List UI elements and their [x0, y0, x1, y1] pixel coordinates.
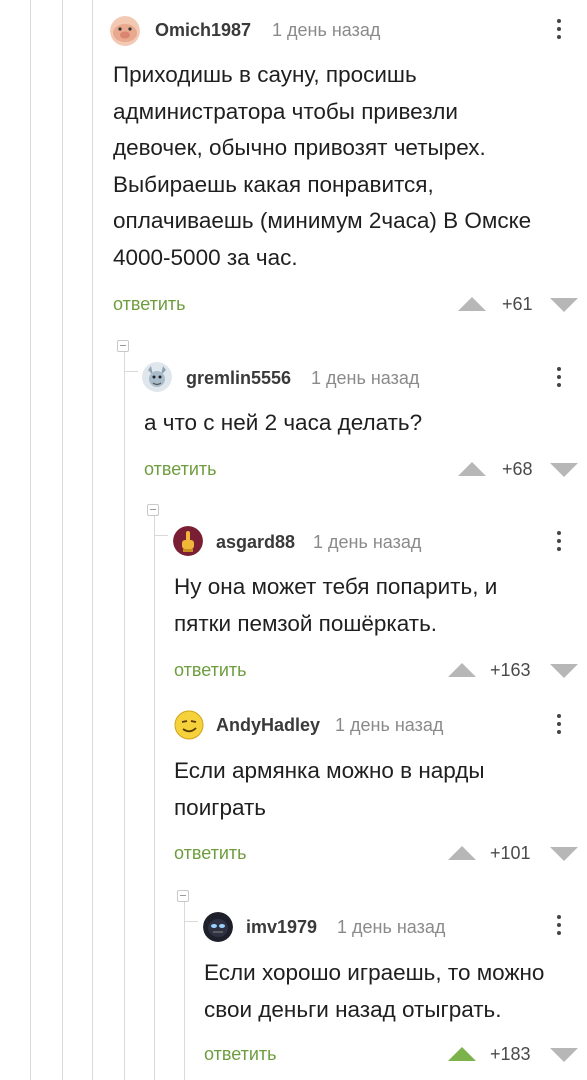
- collapse-thread-button[interactable]: [117, 340, 129, 352]
- comment-text: Ну она может тебя попарить, и пятки пемз…: [174, 569, 497, 642]
- comment-text-line: Если хорошо играешь, то можно: [204, 960, 545, 985]
- comment-text-line: Если армянка можно в нарды: [174, 758, 485, 783]
- thread-line: [154, 516, 155, 1080]
- thread-branch: [154, 535, 168, 536]
- gremlin-icon[interactable]: [142, 362, 172, 392]
- comment-text-line: Ну она может тебя попарить, и: [174, 574, 498, 599]
- collapse-thread-button[interactable]: [147, 504, 159, 516]
- upvote-button[interactable]: [448, 663, 476, 677]
- comment-text-line: девочек, обычно привозят четырех.: [113, 135, 486, 160]
- upvote-button[interactable]: [458, 462, 486, 476]
- more-options-icon[interactable]: [556, 531, 562, 555]
- comment-text-line: а что с ней 2 часа делать?: [144, 410, 423, 435]
- comment-text: а что с ней 2 часа делать?: [144, 405, 422, 442]
- comment-score: +101: [490, 843, 531, 863]
- comment-score: +68: [502, 459, 533, 479]
- comment-text: Приходишь в сауну, просишь администратор…: [113, 57, 531, 276]
- comment-time: 1 день назад: [313, 532, 422, 552]
- upvote-button[interactable]: [448, 1047, 476, 1061]
- comment-text: Если хорошо играешь, то можно свои деньг…: [204, 955, 544, 1028]
- upvote-button[interactable]: [448, 846, 476, 860]
- downvote-button[interactable]: [550, 1048, 578, 1062]
- comment-score: +61: [502, 294, 533, 314]
- thread-line: [184, 902, 185, 1080]
- reply-link[interactable]: ответить: [204, 1044, 277, 1065]
- downvote-button[interactable]: [550, 463, 578, 477]
- more-options-icon[interactable]: [556, 915, 562, 939]
- thread-line: [30, 0, 31, 1080]
- downvote-button[interactable]: [550, 298, 578, 312]
- comment-time: 1 день назад: [335, 715, 444, 735]
- comment-text-line: 4000-5000 за час.: [113, 244, 298, 270]
- thread-line: [124, 352, 125, 1080]
- downvote-button[interactable]: [550, 664, 578, 678]
- raised-hand-icon[interactable]: [173, 526, 203, 556]
- comment-text-line: свои деньги назад отыграть.: [204, 996, 502, 1022]
- comment-username[interactable]: asgard88: [216, 532, 295, 553]
- downvote-button[interactable]: [550, 847, 578, 861]
- smirk-face-icon[interactable]: [174, 710, 204, 740]
- more-options-icon[interactable]: [556, 714, 562, 738]
- pig-face-icon[interactable]: [110, 16, 140, 46]
- comment-score: +183: [490, 1044, 531, 1064]
- comment-username[interactable]: gremlin5556: [186, 368, 291, 389]
- comment-text-line: пятки пемзой пошёркать.: [174, 610, 438, 636]
- comment-text-line: Приходишь в сауну, просишь: [113, 62, 417, 87]
- more-options-icon[interactable]: [556, 19, 562, 43]
- thread-branch: [184, 921, 198, 922]
- comment-text: Если армянка можно в нарды поиграть: [174, 753, 485, 826]
- comment-username[interactable]: imv1979: [246, 917, 317, 938]
- comment-username[interactable]: Omich1987: [155, 20, 251, 41]
- reply-link[interactable]: ответить: [174, 660, 247, 681]
- more-options-icon[interactable]: [556, 367, 562, 391]
- comment-text-line: Выбираешь какая понравится,: [113, 171, 434, 197]
- reply-link[interactable]: ответить: [174, 843, 247, 864]
- collapse-thread-button[interactable]: [177, 890, 189, 902]
- thread-branch: [124, 371, 138, 372]
- comment-time: 1 день назад: [337, 917, 446, 937]
- comment-time: 1 день назад: [311, 368, 420, 388]
- thread-line: [92, 0, 93, 1080]
- thread-line: [62, 0, 63, 1080]
- masked-face-icon[interactable]: [203, 912, 233, 942]
- comment-username[interactable]: AndyHadley: [216, 715, 320, 736]
- reply-link[interactable]: ответить: [144, 459, 217, 480]
- comment-time: 1 день назад: [272, 20, 381, 40]
- reply-link[interactable]: ответить: [113, 294, 186, 315]
- comment-score: +163: [490, 660, 531, 680]
- comment-text-line: поиграть: [174, 794, 267, 820]
- comment-text-line: оплачиваешь (минимум 2часа) В Омске: [113, 208, 532, 233]
- upvote-button[interactable]: [458, 297, 486, 311]
- comment-text-line: администратора чтобы привезли: [113, 98, 458, 124]
